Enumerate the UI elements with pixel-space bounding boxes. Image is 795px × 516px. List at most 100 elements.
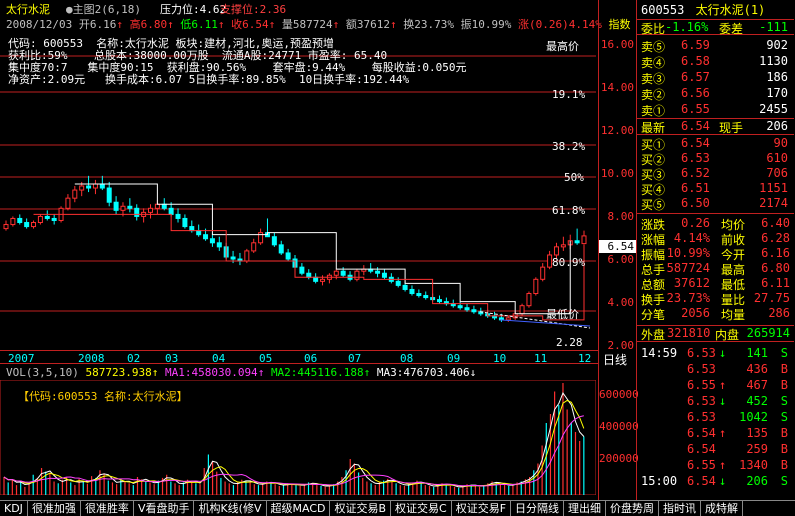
sell-level-label: 卖① bbox=[641, 104, 666, 118]
sell-order-row[interactable]: 卖④ 6.58 1130 bbox=[637, 54, 794, 70]
buy-order-row[interactable]: 买① 6.54 90 bbox=[637, 136, 794, 152]
up-arrow-icon: ↑ bbox=[257, 366, 265, 379]
stat-row[interactable]: 换手 23.73% 量比 27.75 bbox=[637, 291, 794, 307]
candle-body bbox=[574, 240, 580, 244]
tick-row[interactable]: 14:59 6.53 ↓ 141 S bbox=[637, 346, 794, 361]
indicator-tab[interactable]: KDJ bbox=[0, 501, 28, 516]
up-arrow-icon: ↑ bbox=[719, 378, 727, 392]
buy-order-row[interactable]: 买④ 6.51 1151 bbox=[637, 181, 794, 197]
candle-body bbox=[175, 213, 181, 219]
tick-side: B bbox=[780, 442, 788, 456]
time-axis-label: 08 bbox=[400, 352, 414, 365]
indicator-tab[interactable]: 权证交易B bbox=[330, 501, 392, 516]
tick-volume: 259 bbox=[746, 442, 768, 456]
tick-row[interactable]: 15:00 6.54 ↓ 206 S bbox=[637, 474, 794, 489]
buy-order-row[interactable]: 买② 6.53 610 bbox=[637, 151, 794, 167]
stat-row[interactable]: 总额 37612 最低 6.11 bbox=[637, 276, 794, 292]
period-label[interactable]: 日线 bbox=[603, 351, 627, 368]
volume-value: 587723.938 bbox=[85, 366, 152, 379]
indicator-tab[interactable]: 价盘势周 bbox=[606, 501, 660, 516]
tick-row[interactable]: 6.54 259 B bbox=[637, 442, 794, 457]
buy-order-row[interactable]: 买⑤ 6.50 2174 bbox=[637, 196, 794, 212]
tick-volume: 1340 bbox=[739, 458, 768, 472]
candle-body bbox=[560, 244, 566, 248]
quote-open: 开6.16 bbox=[78, 18, 117, 31]
indicator-tab[interactable]: 很准胜率 bbox=[81, 501, 134, 516]
time-axis-label: 2008 bbox=[78, 352, 105, 365]
down-arrow-icon: ↓ bbox=[719, 394, 727, 408]
volume-watermark: 【代码:600553 名称:太行水泥】 bbox=[18, 390, 188, 403]
indicator-tab[interactable]: 机构K线(修V bbox=[194, 501, 267, 516]
main-indicator-label[interactable]: ●主图2(6,18) bbox=[66, 1, 141, 17]
stat-row[interactable]: 振幅 10.99% 今开 6.16 bbox=[637, 246, 794, 262]
xianshou-label: 现手 bbox=[719, 121, 744, 135]
sell-price: 6.59 bbox=[681, 38, 710, 52]
candle-body bbox=[402, 284, 408, 290]
indicator-tab[interactable]: 超级MACD bbox=[267, 501, 331, 516]
tick-volume: 452 bbox=[746, 394, 768, 408]
tick-row[interactable]: 6.54 ↑ 135 B bbox=[637, 426, 794, 441]
sell-order-row[interactable]: 卖③ 6.57 186 bbox=[637, 70, 794, 86]
indicator-tab[interactable]: 理出细 bbox=[564, 501, 607, 516]
indicator-tab[interactable]: 指时讯 bbox=[659, 501, 702, 516]
buy-price: 6.50 bbox=[681, 196, 710, 210]
sell-order-row[interactable]: 卖⑤ 6.59 902 bbox=[637, 38, 794, 54]
tick-side: S bbox=[780, 410, 788, 424]
tick-row[interactable]: 6.55 ↑ 1340 B bbox=[637, 458, 794, 473]
stat-row[interactable]: 分笔 2056 均量 286 bbox=[637, 306, 794, 322]
stat-row[interactable]: 涨跌 0.26 均价 6.40 bbox=[637, 216, 794, 232]
volume-axis-200k: 200000 bbox=[599, 452, 639, 465]
xianshou-value: 206 bbox=[766, 119, 788, 133]
quote-index[interactable]: 指数 bbox=[608, 18, 630, 31]
quote-panel: 600553 太行水泥(1) 委比 -1.16% 委差 -111 卖⑤ 6.59 9… bbox=[636, 0, 795, 500]
tick-price: 6.53 bbox=[687, 410, 716, 424]
stat-row[interactable]: 涨幅 4.14% 前收 6.28 bbox=[637, 231, 794, 247]
candle-body bbox=[168, 207, 174, 215]
stat-row[interactable]: 总手 587724 最高 6.80 bbox=[637, 261, 794, 277]
indicator-tab[interactable]: 权证交易C bbox=[391, 501, 452, 516]
indicator-tab[interactable]: V看盘助手 bbox=[134, 501, 195, 516]
buy-volume: 90 bbox=[773, 136, 788, 150]
up-arrow-icon: ↑ bbox=[167, 18, 174, 31]
candle-body bbox=[375, 270, 381, 274]
time-axis-label: 04 bbox=[212, 352, 226, 365]
tick-side: B bbox=[780, 426, 788, 440]
sell-order-row[interactable]: 卖① 6.55 2455 bbox=[637, 102, 794, 118]
tick-row[interactable]: 6.53 ↓ 452 S bbox=[637, 394, 794, 409]
candle-body bbox=[320, 278, 326, 282]
indicator-tab[interactable]: 权证交易F bbox=[452, 501, 512, 516]
tick-row[interactable]: 6.53 436 B bbox=[637, 362, 794, 377]
tick-row[interactable]: 6.55 ↑ 467 B bbox=[637, 378, 794, 393]
candle-body bbox=[10, 217, 16, 226]
tick-time: 14:59 bbox=[641, 346, 678, 360]
sell-volume: 2455 bbox=[759, 102, 788, 116]
lowest-price-label: 最低价 bbox=[546, 308, 579, 321]
latest-value: 6.54 bbox=[681, 119, 710, 133]
sell-order-row[interactable]: 卖② 6.56 170 bbox=[637, 86, 794, 102]
price-axis: 16.00 14.00 12.00 10.00 8.00 6.00 4.00 2.00 bbox=[598, 32, 636, 362]
time-axis-label: 03 bbox=[165, 352, 179, 365]
candle-body bbox=[106, 187, 112, 203]
indicator-tab[interactable]: 日分隔线 bbox=[511, 501, 565, 516]
highest-price-label: 最高价 bbox=[546, 40, 579, 53]
weibi-value: -1.16% bbox=[665, 20, 709, 34]
indicator-tab[interactable]: 很准加强 bbox=[28, 501, 81, 516]
tick-side: S bbox=[780, 474, 788, 488]
stat-value: 23.73% bbox=[666, 291, 710, 305]
stat-value: 6.16 bbox=[761, 246, 790, 260]
buy-order-row[interactable]: 买③ 6.52 706 bbox=[637, 166, 794, 182]
tick-list[interactable]: 14:59 6.53 ↓ 141 S 6.53 436 B 6.55 ↑ 467 B 6.53 ↓ 452 S… bbox=[637, 344, 794, 494]
tick-price: 6.55 bbox=[687, 378, 716, 392]
quote-high: 高6.80 bbox=[129, 18, 168, 31]
sell-orders: 卖⑤ 6.59 902 卖④ 6.58 1130 卖③ 6.57 186 卖② 6.56 170 卖① 6… bbox=[637, 36, 794, 118]
volume-ma2: MA2:445116.188 bbox=[270, 366, 364, 379]
indicator-tab[interactable]: 成特解 bbox=[701, 501, 744, 516]
tick-volume: 206 bbox=[746, 474, 768, 488]
candle-body bbox=[209, 238, 215, 244]
indicator-tab-bar: KDJ 很准加强 很准胜率 V看盘助手 机构K线(修V 超级MACD 权证交易B 权证交易C 权… bbox=[0, 500, 795, 516]
candle-body bbox=[65, 197, 71, 209]
tick-volume: 436 bbox=[746, 362, 768, 376]
down-arrow-icon: ↓ bbox=[719, 474, 727, 488]
sell-price: 6.55 bbox=[681, 102, 710, 116]
tick-row[interactable]: 6.53 1042 S bbox=[637, 410, 794, 425]
